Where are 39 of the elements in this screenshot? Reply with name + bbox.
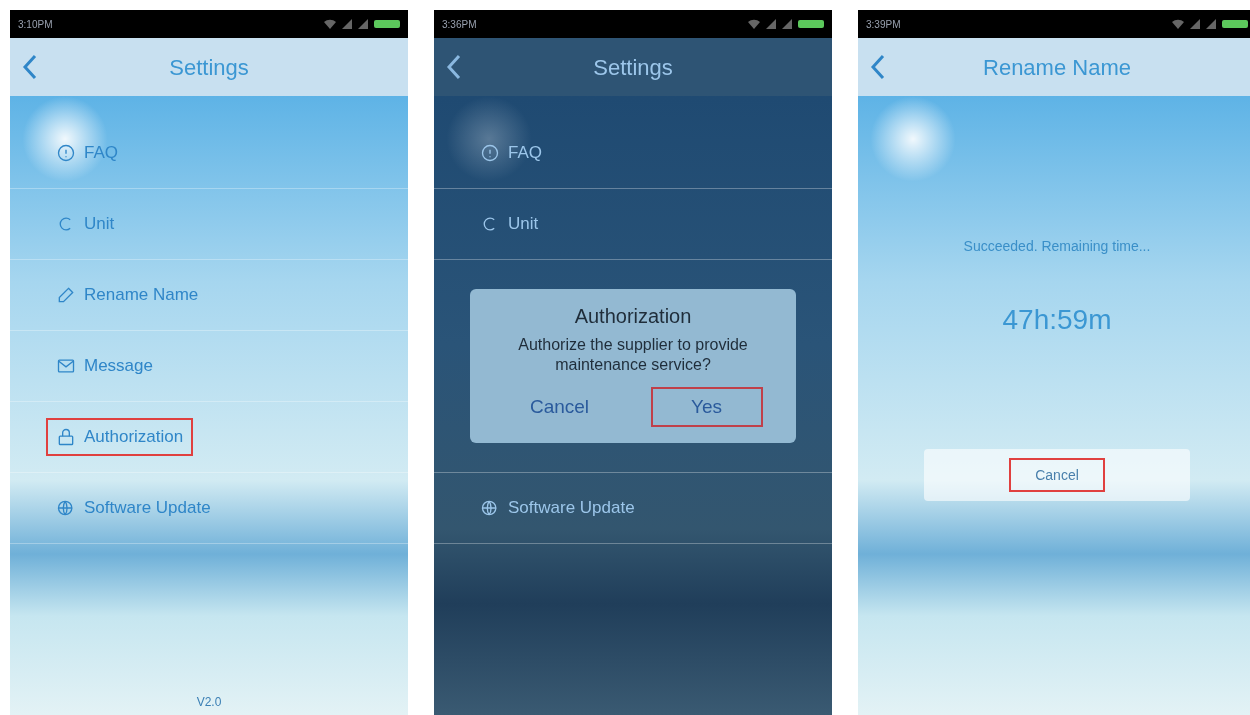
wifi-icon (324, 19, 336, 29)
battery-icon (374, 20, 400, 28)
pencil-icon (56, 285, 76, 305)
settings-item[interactable]: Unit (470, 205, 549, 243)
cancel-button[interactable]: Cancel (1009, 458, 1105, 492)
status-time: 3:10PM (18, 17, 53, 32)
settings-item[interactable]: Unit (46, 205, 125, 243)
wifi-icon (748, 19, 760, 29)
settings-item[interactable]: Message (46, 347, 163, 385)
status-time: 3:36PM (442, 17, 477, 32)
wifi-icon (1172, 19, 1184, 29)
battery-icon (1222, 20, 1248, 28)
settings-item[interactable]: Rename Name (46, 276, 209, 314)
back-chevron-icon (870, 54, 886, 80)
screen-title: Settings (169, 53, 249, 82)
version-label: V2.0 (196, 694, 222, 711)
screen-title: Rename Name (983, 53, 1131, 82)
countdown-text: 47h:59m (1002, 303, 1112, 337)
battery-icon (798, 20, 824, 28)
dialog-message: Authorize the supplier to provide maintenance service? (517, 335, 749, 375)
back-button[interactable] (870, 54, 886, 80)
dialog-title: Authorization (574, 304, 692, 329)
settings-item[interactable]: FAQ (470, 134, 552, 172)
status-message: Succeeded. Remaining time... (963, 237, 1151, 256)
info-circle-icon (56, 143, 76, 163)
settings-item[interactable]: Authorization (46, 418, 194, 456)
back-button[interactable] (446, 54, 462, 80)
back-chevron-icon (22, 54, 38, 80)
settings-item[interactable]: Software Update (46, 489, 221, 527)
settings-item[interactable]: Software Update (470, 489, 645, 527)
info-circle-icon (480, 143, 500, 163)
status-time: 3:39PM (866, 17, 901, 32)
lock-icon (56, 427, 76, 447)
screen-title: Settings (593, 53, 673, 82)
dialog-button[interactable]: Cancel (503, 387, 616, 427)
settings-item[interactable]: FAQ (46, 134, 128, 172)
dialog-button[interactable]: Yes (650, 387, 763, 427)
back-button[interactable] (22, 54, 38, 80)
back-chevron-icon (446, 54, 462, 80)
